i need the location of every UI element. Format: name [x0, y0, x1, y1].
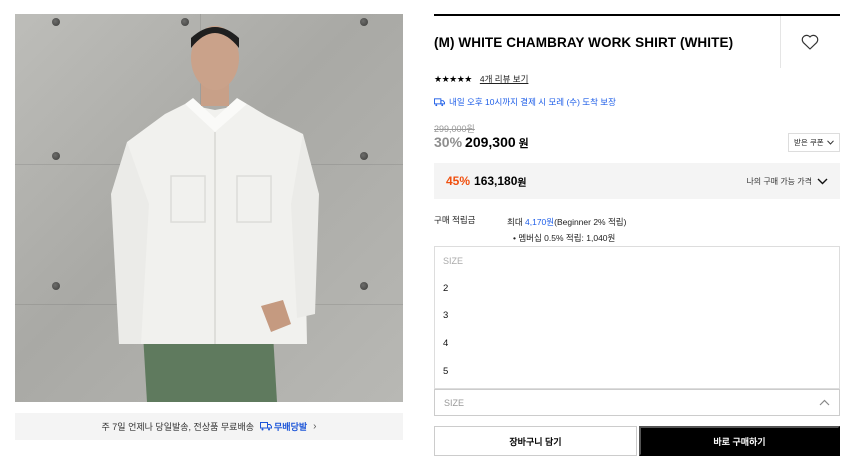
heart-outline-icon[interactable] [801, 34, 819, 50]
product-title: (M) WHITE CHAMBRAY WORK SHIRT (WHITE) [434, 35, 734, 50]
best-price: 163,180 [474, 174, 518, 188]
truck-icon [434, 97, 445, 106]
best-price-box[interactable]: 45% 163,180 원 나의 구매 가능 가격 [434, 163, 840, 199]
discount-percent: 30% [434, 134, 463, 150]
product-image[interactable] [15, 14, 403, 402]
reviews-link[interactable]: 4개 리뷰 보기 [480, 73, 529, 85]
size-option[interactable]: 5 [435, 357, 839, 385]
points-max-line: 최대 4,170원(Beginner 2% 적립) [507, 214, 626, 230]
my-price-link[interactable]: 나의 구매 가능 가격 [746, 176, 828, 187]
size-option[interactable]: 4 [435, 330, 839, 358]
chevron-down-icon [826, 140, 834, 145]
buy-now-button[interactable]: 바로 구매하기 [639, 426, 840, 456]
best-currency-unit: 원 [517, 177, 527, 189]
points-detail: 최대 4,170원(Beginner 2% 적립) • 멤버십 0.5% 적립:… [507, 214, 626, 246]
truck-icon [260, 422, 273, 431]
shipping-bar[interactable]: 주 7일 언제나 당일발송, 전상품 무료배송 무배당발 › [15, 413, 403, 440]
shipping-badge-label: 무배당발 [274, 422, 308, 432]
points-label: 구매 적립금 [434, 215, 476, 225]
size-option[interactable]: 3 [435, 302, 839, 330]
currency-unit: 원 [518, 138, 529, 150]
size-select[interactable]: SIZE [434, 389, 840, 416]
size-dropdown-menu: SIZE 2 3 4 5 [434, 246, 840, 389]
model-figure [111, 26, 319, 402]
points-membership: • 멤버십 0.5% 적립: 1,040원 [513, 233, 616, 243]
add-to-cart-button[interactable]: 장바구니 담기 [434, 426, 637, 456]
points-max-amount: 4,170원 [525, 217, 555, 227]
points-max-prefix: 최대 [507, 217, 526, 227]
shipping-text: 주 7일 언제나 당일발송, 전상품 무료배송 [101, 422, 255, 432]
star-rating: ★★★★★ [434, 73, 472, 84]
best-discount-percent: 45% [446, 174, 471, 188]
delivery-notice: 내일 오후 10시까지 결제 시 모레 (수) 도착 보장 [434, 96, 616, 108]
sale-price-row: 30% 209,300 원 [434, 134, 529, 151]
shipping-badge: 무배당발 [260, 420, 307, 433]
coupon-button[interactable]: 받은 쿠폰 [788, 133, 840, 152]
my-price-label: 나의 구매 가능 가격 [746, 176, 812, 186]
title-divider [780, 16, 781, 68]
chevron-right-icon: › [313, 421, 317, 432]
chevron-up-icon [819, 399, 830, 406]
points-max-suffix: (Beginner 2% 적립) [554, 217, 627, 227]
size-option[interactable]: 2 [435, 275, 839, 303]
coupon-label: 받은 쿠폰 [794, 138, 824, 147]
size-select-placeholder: SIZE [444, 397, 465, 408]
sale-price: 209,300 [465, 134, 516, 150]
size-dropdown-header: SIZE [443, 255, 464, 266]
delivery-text: 내일 오후 10시까지 결제 시 모레 (수) 도착 보장 [449, 97, 616, 107]
chevron-down-icon [817, 178, 828, 184]
rating-row: ★★★★★ 4개 리뷰 보기 [434, 73, 528, 85]
